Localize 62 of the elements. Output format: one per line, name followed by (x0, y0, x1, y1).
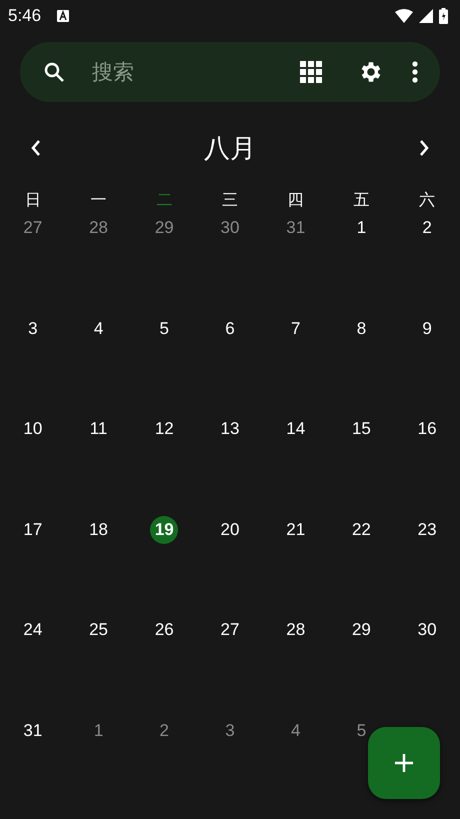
calendar-date[interactable]: 26 (154, 621, 174, 639)
calendar-date[interactable]: 3 (225, 722, 235, 740)
keyboard-icon (57, 10, 70, 22)
calendar-date[interactable]: 13 (220, 420, 240, 438)
calendar-date[interactable]: 27 (220, 621, 240, 639)
calendar-date[interactable]: 29 (154, 219, 174, 237)
next-month-icon[interactable] (418, 139, 430, 157)
calendar-date[interactable]: 23 (418, 520, 437, 538)
calendar-date[interactable]: 22 (352, 520, 371, 538)
calendar-date[interactable]: 31 (286, 219, 306, 237)
weekday-label: 一 (90, 190, 107, 210)
calendar-date[interactable]: 8 (356, 320, 366, 338)
calendar-date[interactable]: 18 (89, 520, 108, 538)
weekday-label: 六 (419, 190, 436, 210)
calendar-date[interactable]: 15 (352, 420, 371, 438)
add-button[interactable] (368, 727, 440, 799)
calendar-date[interactable]: 5 (356, 722, 366, 740)
calendar-date[interactable]: 11 (90, 420, 108, 438)
calendar-date[interactable]: 30 (418, 621, 437, 639)
calendar-date[interactable]: 10 (23, 420, 42, 438)
calendar-date[interactable]: 30 (220, 219, 240, 237)
battery-icon (439, 8, 448, 24)
calendar-date[interactable]: 14 (286, 420, 306, 438)
month-title: 八月 (204, 132, 256, 166)
calendar-date[interactable]: 29 (352, 621, 371, 639)
search-icon[interactable] (42, 60, 66, 84)
today-date[interactable]: 19 (150, 516, 178, 544)
signal-icon (419, 9, 433, 23)
calendar-date[interactable]: 7 (290, 320, 300, 338)
weekday-label: 四 (288, 190, 304, 210)
calendar-date[interactable]: 17 (23, 520, 42, 538)
wifi-icon (395, 9, 413, 23)
calendar-date[interactable]: 3 (28, 320, 38, 338)
calendar-date[interactable]: 16 (418, 420, 437, 438)
weekday-label: 二 (156, 190, 172, 210)
weekday-label: 三 (222, 190, 238, 210)
calendar-date[interactable]: 4 (290, 722, 300, 740)
calendar-date[interactable]: 12 (154, 420, 174, 438)
previous-month-icon[interactable] (30, 139, 42, 157)
calendar-date[interactable]: 5 (160, 320, 170, 338)
plus-icon (394, 753, 414, 773)
calendar-date[interactable]: 2 (422, 219, 432, 237)
calendar-date[interactable]: 28 (286, 621, 306, 639)
weekday-label: 日 (24, 190, 41, 210)
search-field[interactable]: 搜索 (90, 59, 300, 85)
calendar-date[interactable]: 1 (94, 722, 104, 740)
more-options-icon[interactable] (412, 61, 418, 83)
calendar-date[interactable]: 4 (94, 320, 104, 338)
calendar-date[interactable]: 28 (89, 219, 108, 237)
calendar-date[interactable]: 21 (286, 520, 306, 538)
calendar-date[interactable]: 24 (23, 621, 42, 639)
calendar-date[interactable]: 1 (356, 219, 366, 237)
calendar-date[interactable]: 9 (422, 320, 432, 338)
grid-icon[interactable] (300, 61, 322, 83)
weekday-label: 五 (353, 190, 370, 210)
calendar-date[interactable]: 6 (225, 320, 235, 338)
status-time: 5:46 (8, 6, 42, 26)
calendar-date[interactable]: 20 (220, 520, 240, 538)
calendar-date[interactable]: 27 (23, 219, 42, 237)
calendar-date[interactable]: 31 (23, 722, 42, 740)
calendar-date[interactable]: 25 (89, 621, 108, 639)
calendar-date[interactable]: 2 (160, 722, 170, 740)
